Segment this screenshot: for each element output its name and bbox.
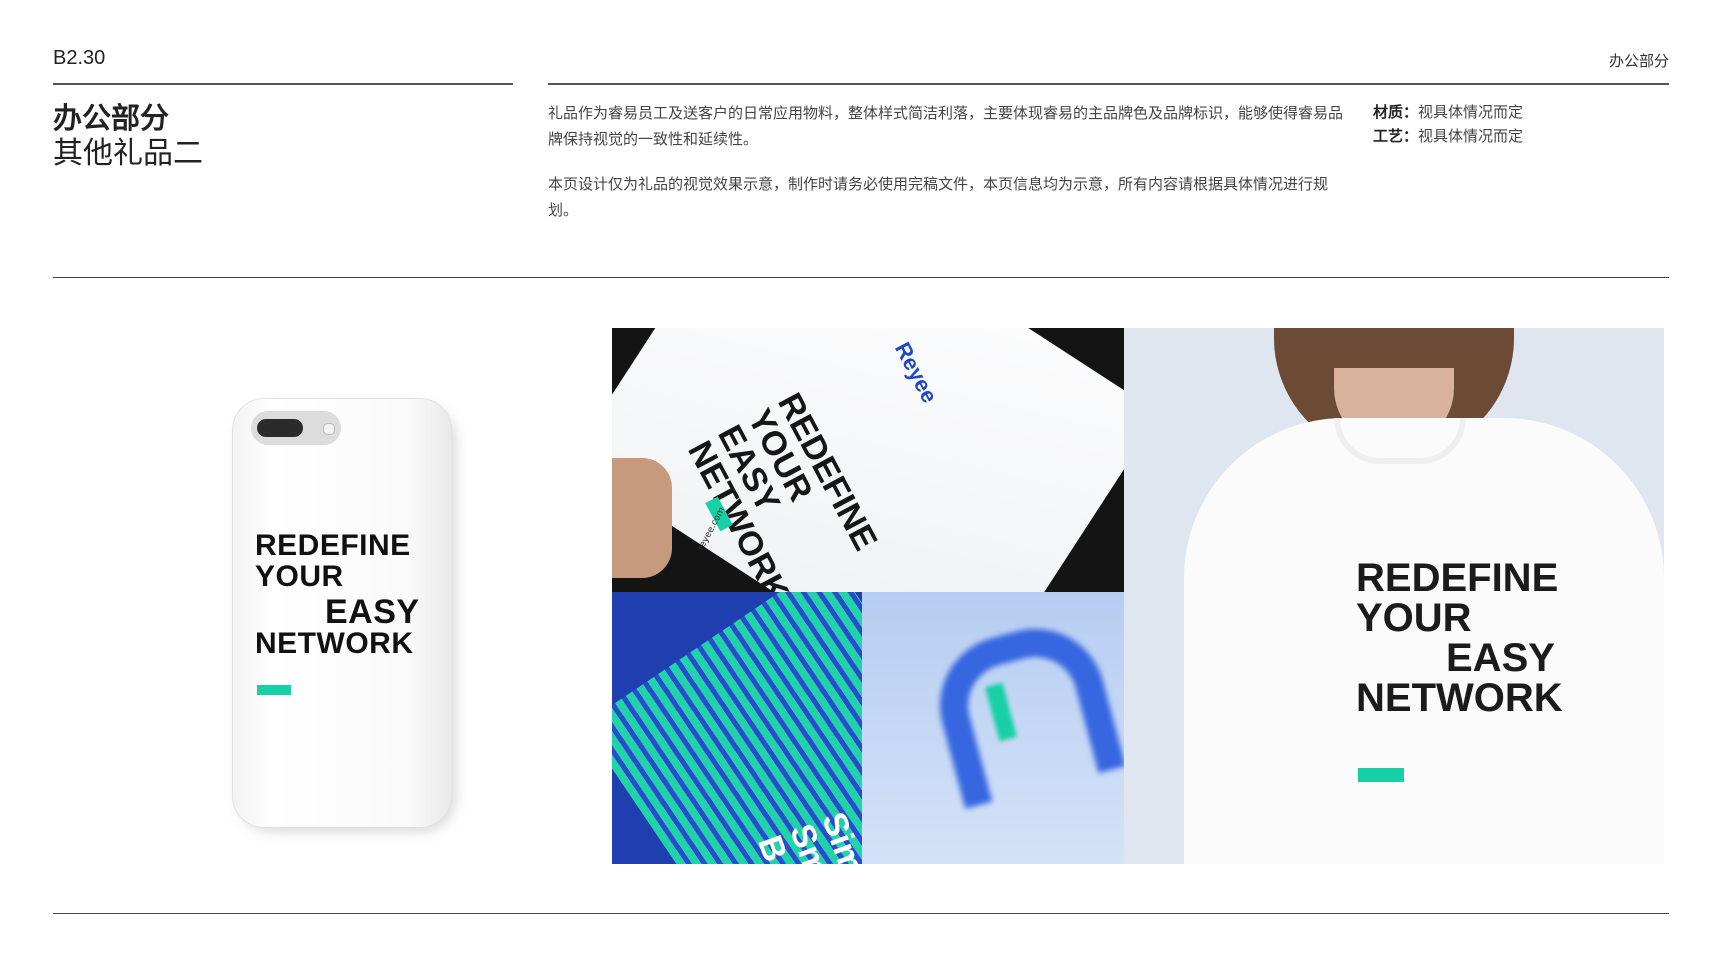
phone-case: REDEFINE YOUR EASY NETWORK	[232, 398, 452, 828]
booklet-photo: Reyee REDEFINE YOUR EASY NETWORK reyee.c…	[612, 328, 1124, 592]
phone-case-mockup: REDEFINE YOUR EASY NETWORK	[232, 398, 456, 832]
hand-shape	[612, 458, 672, 578]
page-subtitle: 其他礼品二	[53, 136, 203, 171]
phone-accent-bar	[257, 685, 291, 695]
page-title: 办公部分	[53, 101, 170, 135]
tshirt-slogan: REDEFINE YOUR EASY NETWORK	[1356, 558, 1563, 718]
description-paragraph-2: 本页设计仅为礼品的视觉效果示意，制作时请务必使用完稿文件，本页信息均为示意，所有…	[548, 175, 1329, 219]
tshirt-slogan-line-3: EASY	[1446, 636, 1555, 680]
spec-process-value: 视具体情况而定	[1418, 127, 1524, 145]
tshirt-slogan-line-2: YOUR	[1356, 596, 1472, 640]
header-divider-left	[53, 83, 513, 85]
camera-module-icon	[251, 411, 341, 445]
header-divider-right	[548, 83, 1669, 85]
spec-process-label: 工艺：	[1373, 127, 1419, 145]
spec-material-value: 视具体情况而定	[1418, 103, 1524, 121]
spec-material-label: 材质：	[1373, 103, 1419, 121]
page-number: B2.30	[53, 47, 106, 69]
cards-photo: Sim Sm B	[612, 592, 1124, 864]
phone-slogan-line-4: NETWORK	[255, 627, 414, 660]
section-tag: 办公部分	[1608, 52, 1669, 70]
camera-flash-icon	[323, 423, 335, 435]
section-divider	[53, 277, 1669, 278]
camera-lens-icon	[257, 419, 303, 437]
phone-slogan-line-1: REDEFINE	[255, 529, 411, 562]
footer-divider	[53, 913, 1669, 914]
spec-block: 材质：视具体情况而定 工艺：视具体情况而定	[1373, 100, 1523, 148]
tshirt-accent-bar	[1358, 768, 1404, 782]
phone-slogan-line-2: YOUR	[255, 560, 344, 593]
description: 礼品作为睿易员工及送客户的日常应用物料，整体样式简洁利落，主要体现睿易的主品牌色…	[548, 100, 1343, 242]
description-paragraph-1: 礼品作为睿易员工及送客户的日常应用物料，整体样式简洁利落，主要体现睿易的主品牌色…	[548, 104, 1344, 148]
spec-material: 材质：视具体情况而定	[1373, 100, 1523, 124]
spec-process: 工艺：视具体情况而定	[1373, 124, 1523, 148]
tshirt-slogan-line-4: NETWORK	[1356, 676, 1563, 720]
tshirt-slogan-line-1: REDEFINE	[1356, 556, 1559, 600]
tshirt-photo: REDEFINE YOUR EASY NETWORK	[1124, 328, 1664, 864]
